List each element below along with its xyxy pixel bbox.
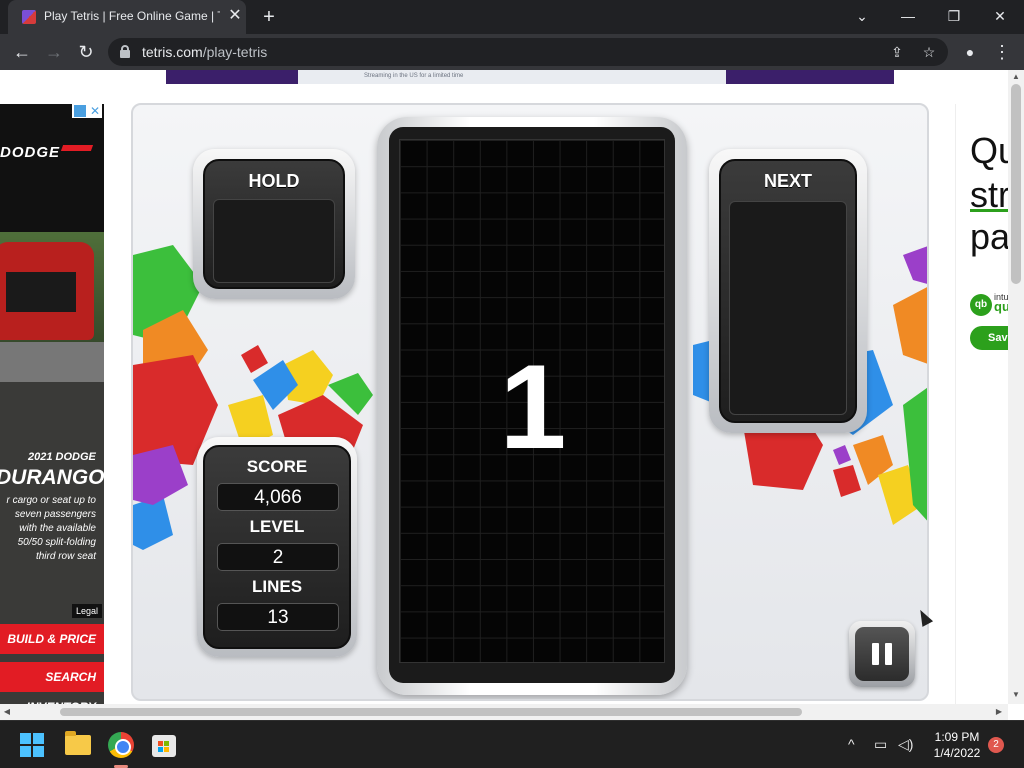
tetris-game: HOLD NEXT SCORE 4,066 LEVEL 2 LINES 13 1 xyxy=(131,103,929,701)
file-explorer-icon[interactable] xyxy=(65,731,91,755)
network-icon[interactable]: ▭ xyxy=(874,736,887,753)
quickbooks-wordmark: intuit qu xyxy=(994,292,1008,314)
volume-icon[interactable]: ◁) xyxy=(898,736,913,753)
windows-taskbar: ^ ▭ ◁) 1:09 PM 1/4/2022 2 xyxy=(0,720,1024,768)
tab-search-icon[interactable]: ⌄ xyxy=(848,4,876,28)
horizontal-scroll-thumb[interactable] xyxy=(60,708,802,716)
right-ad-line3: pa xyxy=(970,216,1008,257)
pause-button[interactable] xyxy=(849,621,915,687)
address-bar[interactable]: tetris.com/play-tetris ⇪ ☆ xyxy=(108,38,948,66)
adchoices-icon[interactable]: ✕ xyxy=(72,104,102,118)
dodge-stripe-icon xyxy=(60,145,94,151)
taskbar-clock[interactable]: 1:09 PM 1/4/2022 xyxy=(920,729,994,761)
active-tab[interactable]: Play Tetris | Free Online Game | Te ✕ xyxy=(8,0,246,34)
pause-icon xyxy=(872,643,879,665)
chrome-icon[interactable] xyxy=(108,732,134,758)
lock-icon[interactable] xyxy=(120,45,130,58)
back-button[interactable]: ← xyxy=(10,40,34,64)
browser-menu-icon[interactable]: ⋮ xyxy=(990,40,1014,64)
windows-start-icon[interactable] xyxy=(20,733,44,757)
stats-panel: SCORE 4,066 LEVEL 2 LINES 13 xyxy=(197,437,357,657)
quickbooks-logo-icon: qb xyxy=(970,294,992,316)
level-value: 2 xyxy=(217,543,339,571)
horizontal-scrollbar[interactable]: ◀ ▶ xyxy=(0,704,1008,720)
forward-button[interactable]: → xyxy=(42,40,66,64)
share-icon[interactable]: ⇪ xyxy=(888,43,906,61)
scroll-left-icon[interactable]: ◀ xyxy=(2,707,12,717)
new-tab-button[interactable]: + xyxy=(258,6,280,28)
right-quickbooks-ad[interactable]: Qu str pa qb intuit qu Save xyxy=(955,104,1008,704)
search-inventory-button[interactable]: SEARCH INVENTORY xyxy=(0,662,104,704)
next-panel: NEXT xyxy=(709,149,867,433)
dodge-logo: DODGE xyxy=(0,144,61,161)
minimize-button[interactable]: — xyxy=(894,4,922,28)
bookmark-star-icon[interactable]: ☆ xyxy=(920,43,938,61)
restore-button[interactable]: ❐ xyxy=(940,4,968,28)
profile-icon[interactable]: ● xyxy=(958,40,982,64)
vertical-scroll-thumb[interactable] xyxy=(1011,84,1021,284)
scroll-right-icon[interactable]: ▶ xyxy=(994,707,1004,717)
reload-button[interactable]: ↻ xyxy=(74,40,98,64)
ad-copy: r cargo or seat up to seven passengers w… xyxy=(6,495,97,562)
top-banner-text: Streaming in the US for a limited time xyxy=(364,73,464,79)
browser-toolbar: ← → ↻ tetris.com/play-tetris ⇪ ☆ ● ⋮ xyxy=(0,34,1024,70)
hold-label: HOLD xyxy=(248,171,300,191)
scroll-up-icon[interactable]: ▲ xyxy=(1011,72,1021,82)
right-ad-line2: str xyxy=(970,174,1008,215)
page-content: Streaming in the US for a limited time D… xyxy=(0,70,1008,704)
ad-year: 2021 DODGE xyxy=(28,451,96,463)
tab-close-icon[interactable]: ✕ xyxy=(226,7,244,25)
top-banner-ad[interactable]: Streaming in the US for a limited time xyxy=(166,70,894,84)
scroll-down-icon[interactable]: ▼ xyxy=(1011,690,1021,700)
score-value: 4,066 xyxy=(217,483,339,511)
countdown-number: 1 xyxy=(499,340,567,474)
lines-value: 13 xyxy=(217,603,339,631)
microsoft-store-icon[interactable] xyxy=(152,735,176,757)
left-dodge-ad[interactable]: DODGE ✕ 2021 DODGE DURANGO r cargo or se… xyxy=(0,104,104,704)
clock-date: 1/4/2022 xyxy=(933,746,981,760)
ad-model: DURANGO xyxy=(0,466,104,489)
url-host: tetris.com xyxy=(142,44,203,60)
clock-time: 1:09 PM xyxy=(934,730,980,744)
right-ad-save-button[interactable]: Save xyxy=(970,326,1008,350)
tab-title: Play Tetris | Free Online Game | Te xyxy=(44,9,220,23)
build-price-button[interactable]: BUILD & PRICE xyxy=(0,624,104,654)
hold-slot xyxy=(213,199,335,283)
tetris-favicon-icon xyxy=(22,10,36,24)
ad-car-image xyxy=(0,232,104,382)
board-frame: 1 xyxy=(377,117,687,695)
browser-titlebar: Play Tetris | Free Online Game | Te ✕ + … xyxy=(0,0,1024,34)
url-text[interactable]: tetris.com/play-tetris xyxy=(142,44,267,60)
lines-label: LINES xyxy=(251,577,303,596)
level-label: LEVEL xyxy=(249,517,305,536)
close-window-button[interactable]: ✕ xyxy=(986,4,1014,28)
notification-badge[interactable]: 2 xyxy=(988,737,1004,753)
tetris-board[interactable]: 1 xyxy=(399,139,665,663)
url-path: /play-tetris xyxy=(202,44,268,60)
hold-panel: HOLD xyxy=(193,149,355,299)
next-slot xyxy=(729,201,847,415)
next-label: NEXT xyxy=(763,171,812,191)
vertical-scrollbar[interactable]: ▲ ▼ xyxy=(1008,70,1024,704)
tray-overflow-icon[interactable]: ^ xyxy=(848,736,855,752)
right-ad-line1: Qu xyxy=(970,130,1008,171)
ad-legal-link[interactable]: Legal xyxy=(72,604,102,618)
score-label: SCORE xyxy=(246,457,308,476)
